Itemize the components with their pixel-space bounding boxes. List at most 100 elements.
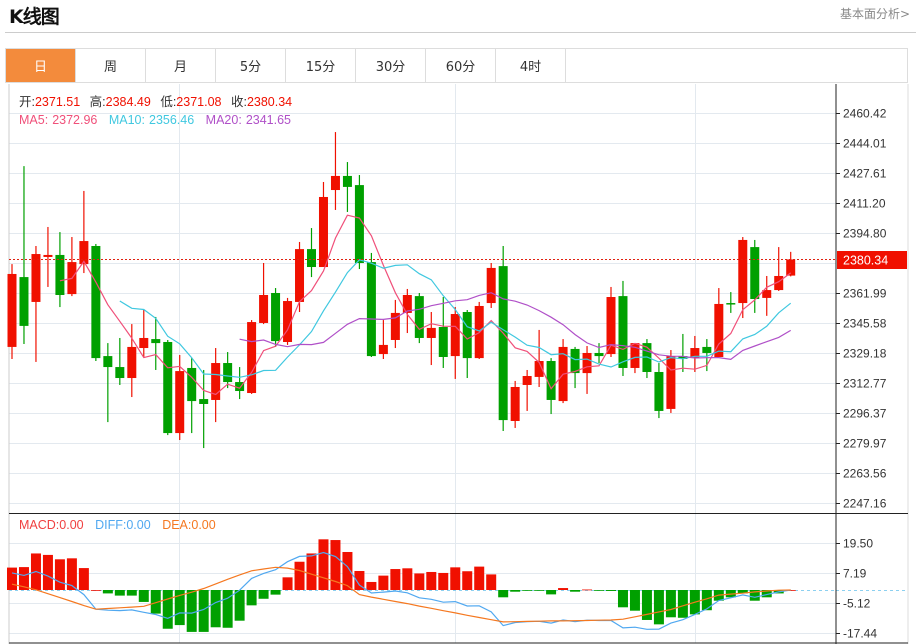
macd-bar bbox=[486, 574, 497, 590]
macd-bar bbox=[450, 567, 461, 590]
macd-bar bbox=[270, 590, 281, 595]
candle-body bbox=[307, 249, 316, 268]
macd-bar bbox=[210, 590, 221, 628]
candle bbox=[714, 288, 724, 357]
candle bbox=[211, 348, 221, 423]
candle bbox=[414, 292, 424, 344]
candle bbox=[558, 339, 568, 404]
macd-bar bbox=[629, 590, 640, 611]
candle bbox=[31, 245, 41, 362]
macd-bar bbox=[306, 553, 317, 590]
macd-tick-label: 19.50 bbox=[843, 537, 873, 551]
candle bbox=[774, 247, 784, 291]
macd-bar bbox=[402, 568, 413, 590]
dea-label: DEA: bbox=[162, 518, 191, 532]
candle bbox=[654, 363, 664, 419]
candle bbox=[762, 275, 772, 316]
candle-body bbox=[318, 196, 328, 268]
price-tick-label: 2345.58 bbox=[843, 317, 887, 331]
macd-bar bbox=[186, 590, 197, 632]
macd-bar bbox=[653, 590, 664, 625]
price-tick-label: 2361.99 bbox=[843, 287, 887, 301]
ma-legend: MA5: 2372.96 MA10: 2356.46 MA20: 2341.65 bbox=[19, 113, 291, 127]
price-tick-label: 2460.42 bbox=[843, 107, 887, 121]
candle-body bbox=[654, 371, 664, 411]
price-tick-label: 2312.77 bbox=[843, 377, 887, 391]
candle-body bbox=[199, 399, 209, 404]
low-label: 低: bbox=[160, 95, 176, 109]
candle-body bbox=[726, 303, 736, 305]
candle bbox=[187, 358, 197, 434]
macd-bar bbox=[138, 590, 149, 602]
candle bbox=[738, 237, 748, 319]
candle-body bbox=[175, 371, 185, 434]
candle bbox=[390, 299, 400, 349]
candle-body bbox=[594, 352, 604, 357]
candle bbox=[726, 292, 736, 313]
candle-body bbox=[738, 239, 748, 304]
candle-body bbox=[342, 175, 352, 187]
candle-body bbox=[450, 314, 460, 357]
candle bbox=[19, 166, 29, 345]
candle bbox=[498, 245, 508, 432]
price-tick-label: 2263.56 bbox=[843, 467, 887, 481]
candle-body bbox=[666, 356, 676, 409]
candle-body bbox=[378, 344, 388, 355]
macd-bar bbox=[462, 571, 473, 590]
macd-bar bbox=[474, 566, 485, 590]
candle bbox=[271, 288, 281, 347]
candle-body bbox=[438, 327, 448, 357]
macd-value: 0.00 bbox=[59, 518, 83, 532]
candle bbox=[91, 243, 101, 362]
price-tick-label: 2296.37 bbox=[843, 407, 887, 421]
candle-body bbox=[570, 348, 580, 374]
candle-body bbox=[510, 386, 520, 421]
candle bbox=[139, 309, 149, 357]
candle bbox=[666, 350, 676, 413]
macd-bar bbox=[258, 590, 269, 599]
macd-bar bbox=[78, 568, 89, 590]
candle bbox=[678, 333, 688, 372]
macd-bar bbox=[390, 569, 401, 590]
candle bbox=[127, 324, 137, 398]
macd-bar bbox=[7, 567, 17, 590]
candle-body bbox=[163, 341, 173, 434]
macd-bar bbox=[426, 571, 437, 590]
candle-body bbox=[414, 296, 424, 338]
macd-bar bbox=[318, 539, 329, 590]
candle bbox=[55, 232, 65, 308]
macd-bar bbox=[126, 590, 137, 596]
candle-body bbox=[618, 296, 628, 368]
candle bbox=[582, 346, 592, 394]
macd-legend: MACD:0.00 DIFF:0.00 DEA:0.00 bbox=[19, 518, 216, 532]
candle-body bbox=[259, 294, 269, 323]
candle-body bbox=[187, 367, 197, 402]
candle-body bbox=[43, 254, 53, 257]
ma10-value: 2356.46 bbox=[149, 113, 194, 127]
ma5-label: MA5: bbox=[19, 113, 48, 127]
macd-bar bbox=[546, 590, 557, 595]
candle-body bbox=[7, 273, 17, 347]
high-label: 高: bbox=[90, 94, 106, 109]
candle bbox=[342, 162, 352, 212]
candle bbox=[438, 297, 448, 368]
candle bbox=[43, 226, 53, 287]
macd-bar bbox=[414, 573, 425, 590]
candle bbox=[115, 337, 125, 385]
candle bbox=[546, 358, 556, 415]
candle bbox=[462, 309, 472, 379]
candle bbox=[7, 264, 17, 360]
macd-bar bbox=[90, 590, 101, 591]
candle bbox=[247, 320, 257, 394]
candle-body bbox=[522, 376, 532, 385]
candle-body bbox=[115, 367, 125, 379]
candle-body bbox=[139, 337, 149, 349]
price-tick-label: 2279.97 bbox=[843, 437, 887, 451]
kline-chart[interactable]: 2460.42 2444.01 2427.61 2411.20 2394.80 2361.… bbox=[0, 0, 916, 644]
candle bbox=[426, 312, 436, 366]
ma5-value: 2372.96 bbox=[52, 113, 97, 127]
candle bbox=[570, 346, 580, 389]
macd-label: MACD: bbox=[19, 518, 59, 532]
candle-body bbox=[103, 356, 113, 368]
candle bbox=[510, 380, 520, 428]
